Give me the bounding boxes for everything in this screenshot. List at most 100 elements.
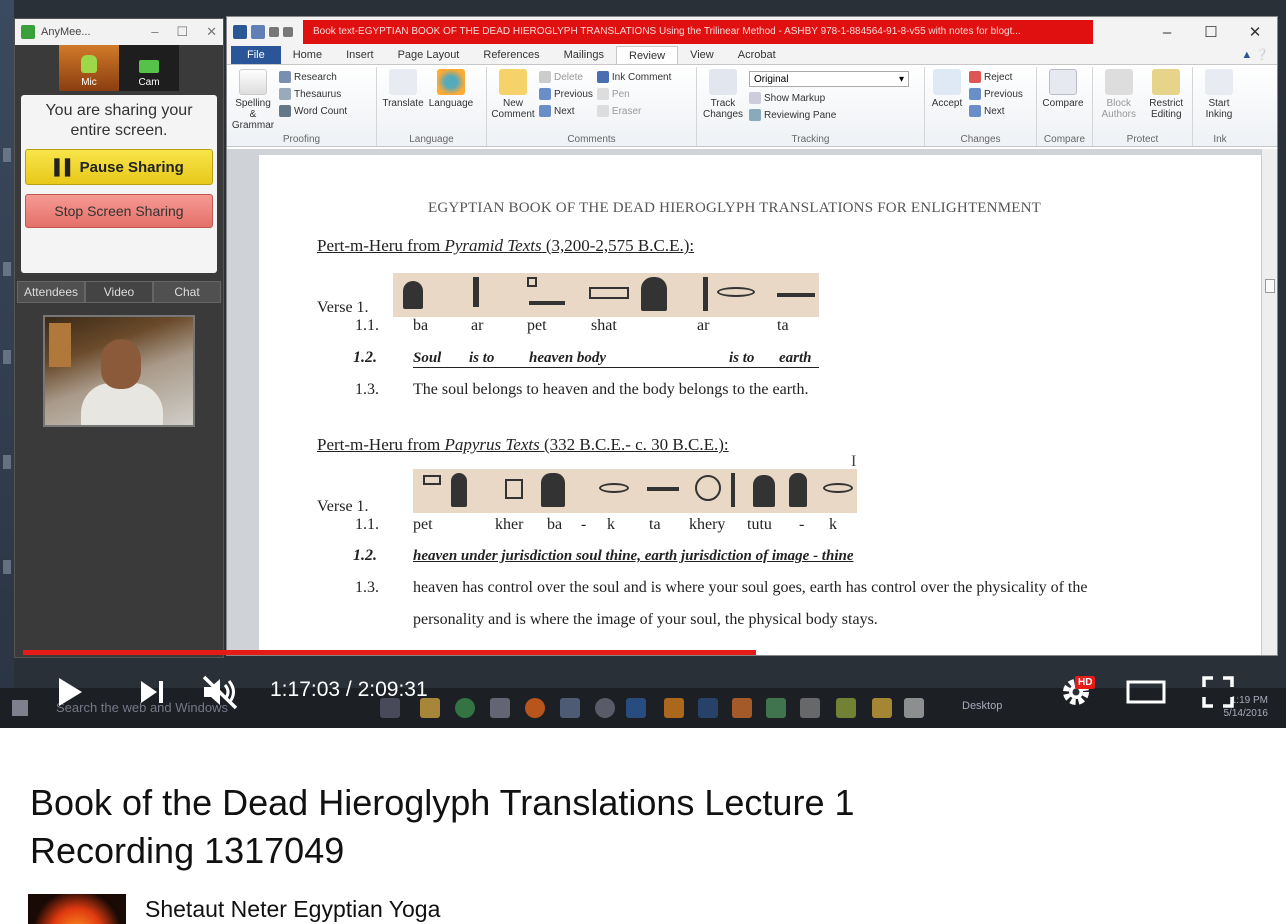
tab-view[interactable]: View	[678, 46, 726, 64]
next-video-button[interactable]	[134, 674, 170, 710]
channel-name[interactable]: Shetaut Neter Egyptian Yoga	[145, 896, 440, 923]
translate-button[interactable]: Translate	[381, 69, 425, 132]
help-icon[interactable]: ▲ ❔	[1241, 48, 1269, 61]
word-minimize-button[interactable]: –	[1145, 17, 1189, 47]
video-progress-bar[interactable]	[23, 650, 1255, 655]
document-title: Book text-EGYPTIAN BOOK OF THE DEAD HIER…	[303, 20, 1093, 44]
line-number: 1.2.	[353, 547, 377, 564]
literal-word: earth	[779, 350, 812, 366]
delete-comment-button[interactable]: Delete	[539, 71, 593, 83]
player-controls: 1:17:03 / 2:09:31 HD	[0, 664, 1286, 720]
transliteration-word: ta	[649, 516, 661, 533]
tab-attendees[interactable]: Attendees	[17, 281, 85, 303]
tab-home[interactable]: Home	[281, 46, 334, 64]
mute-button[interactable]	[200, 674, 240, 710]
word-close-button[interactable]: ✕	[1233, 17, 1277, 47]
block-authors-icon	[1104, 69, 1133, 95]
word-maximize-button[interactable]: ☐	[1189, 17, 1233, 47]
cam-button[interactable]: Cam	[119, 45, 179, 91]
camera-icon	[139, 60, 159, 73]
pause-sharing-button[interactable]: ▌▌ Pause Sharing	[25, 149, 213, 185]
play-button[interactable]	[52, 674, 88, 710]
stop-screen-sharing-button[interactable]: Stop Screen Sharing	[25, 194, 213, 228]
word-count-button[interactable]: Word Count	[279, 105, 347, 117]
restrict-editing-label: Restrict Editing	[1149, 98, 1184, 120]
hieroglyph-glyph	[647, 487, 679, 491]
mic-button[interactable]: Mic	[59, 45, 119, 91]
tab-video[interactable]: Video	[85, 281, 153, 303]
spelling-grammar-button[interactable]: Spelling & Grammar	[231, 69, 275, 132]
start-inking-button[interactable]: Start Inking	[1197, 69, 1241, 132]
tab-file[interactable]: File	[231, 46, 281, 64]
tab-mailings[interactable]: Mailings	[552, 46, 616, 64]
theater-mode-icon	[1126, 680, 1166, 704]
next-change-button[interactable]: Next	[969, 105, 1023, 117]
reviewing-pane-button[interactable]: Reviewing Pane	[749, 109, 909, 121]
show-markup-button[interactable]: Show Markup	[749, 92, 909, 104]
progress-played	[23, 650, 757, 655]
fullscreen-icon	[1202, 676, 1234, 708]
undo-icon[interactable]	[269, 27, 279, 37]
hieroglyph-glyph	[731, 473, 735, 507]
line-number: 1.3.	[355, 381, 379, 398]
markup-select-value: Original	[754, 73, 789, 85]
theater-mode-button[interactable]	[1124, 674, 1168, 710]
hieroglyph-image	[393, 273, 819, 317]
tab-insert[interactable]: Insert	[334, 46, 386, 64]
track-changes-button[interactable]: Track Changes	[701, 69, 745, 132]
previous-comment-button[interactable]: Previous	[539, 88, 593, 100]
track-changes-icon	[709, 69, 737, 95]
next-icon	[141, 681, 163, 703]
document-page[interactable]: EGYPTIAN BOOK OF THE DEAD HIEROGLYPH TRA…	[259, 155, 1263, 655]
reject-icon	[969, 71, 981, 83]
scrollbar-thumb[interactable]	[1265, 279, 1275, 293]
markup-display-select[interactable]: Original ▾	[749, 71, 909, 87]
cam-label: Cam	[138, 77, 160, 88]
redo-icon[interactable]	[283, 27, 293, 37]
research-button[interactable]: Research	[279, 71, 347, 83]
pen-icon	[596, 88, 609, 100]
line-number: 1.1.	[355, 516, 379, 533]
text-cursor-icon: I	[851, 453, 857, 470]
block-authors-button[interactable]: Block Authors	[1097, 69, 1141, 132]
language-button[interactable]: Language	[429, 69, 473, 132]
document-scrollbar[interactable]	[1261, 149, 1277, 655]
transliteration-word: shat	[591, 317, 617, 334]
transliteration-word: kher	[495, 516, 524, 533]
time-display: 1:17:03 / 2:09:31	[270, 678, 428, 701]
word-window: Book text-EGYPTIAN BOOK OF THE DEAD HIER…	[226, 16, 1278, 656]
transliteration-word: -	[581, 516, 587, 533]
minimize-icon[interactable]: –	[151, 24, 158, 40]
fullscreen-button[interactable]	[1200, 674, 1236, 710]
section-heading-papyrus: Pert-m-Heru from Papyrus Texts (332 B.C.…	[317, 435, 729, 455]
tab-chat[interactable]: Chat	[153, 281, 221, 303]
maximize-icon[interactable]: ☐	[176, 24, 188, 40]
video-player[interactable]: AnyMee... – ☐ ✕ Mic Cam You are sharing …	[0, 0, 1286, 728]
previous-change-button[interactable]: Previous	[969, 88, 1023, 100]
hieroglyph-glyph	[529, 301, 565, 305]
media-controls: Mic Cam	[15, 45, 223, 91]
thesaurus-button[interactable]: Thesaurus	[279, 88, 347, 100]
document-area[interactable]: EGYPTIAN BOOK OF THE DEAD HIEROGLYPH TRA…	[227, 149, 1277, 655]
new-comment-button[interactable]: New Comment	[491, 69, 535, 132]
tab-acrobat[interactable]: Acrobat	[726, 46, 788, 64]
accept-button[interactable]: Accept	[929, 69, 965, 132]
save-icon[interactable]	[251, 25, 265, 39]
eraser-button[interactable]: Eraser	[596, 105, 671, 117]
pen-button[interactable]: Pen	[596, 88, 671, 100]
tab-references[interactable]: References	[471, 46, 551, 64]
word-titlebar: Book text-EGYPTIAN BOOK OF THE DEAD HIER…	[227, 17, 1277, 47]
next-comment-button[interactable]: Next	[539, 105, 593, 117]
tab-page-layout[interactable]: Page Layout	[386, 46, 472, 64]
channel-avatar[interactable]	[28, 894, 126, 924]
literal-word: Soul	[413, 350, 442, 366]
ribbon-group-compare: Compare Compare	[1037, 67, 1093, 146]
word-count-label: Word Count	[294, 105, 348, 117]
desktop-icon	[3, 350, 11, 364]
tab-review[interactable]: Review	[616, 46, 679, 64]
reject-button[interactable]: Reject	[969, 71, 1023, 83]
close-icon[interactable]: ✕	[206, 24, 217, 40]
restrict-editing-button[interactable]: Restrict Editing	[1145, 69, 1189, 132]
compare-button[interactable]: Compare	[1041, 69, 1085, 132]
ink-comment-button[interactable]: Ink Comment	[596, 71, 671, 83]
